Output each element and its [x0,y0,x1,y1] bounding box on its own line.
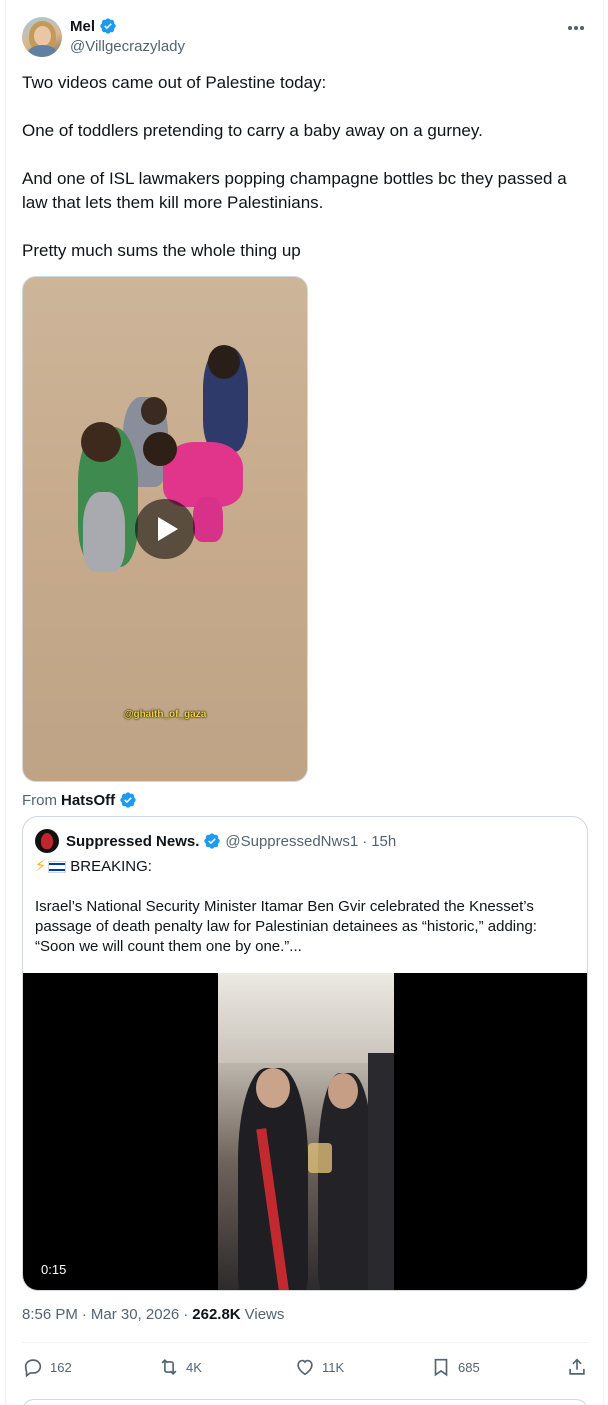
avatar[interactable] [22,17,62,57]
share-button[interactable] [566,1356,588,1378]
video-thumbnail[interactable]: @ghaith_of_gaza [22,276,308,782]
post-paragraph: And one of ISL lawmakers popping champag… [22,169,567,212]
post-paragraph: One of toddlers pretending to carry a ba… [22,121,483,140]
meta-separator: · [81,1306,87,1323]
quoted-post[interactable]: Suppressed News. @SuppressedNws1 · 15h ⚡… [22,816,588,1291]
action-bar: 162 4K 11K 685 [22,1343,588,1391]
quoted-video-frame [218,973,394,1290]
like-button[interactable]: 11K [294,1356,414,1378]
video-duration: 0:15 [35,1260,73,1279]
from-attribution: From HatsOff [22,791,137,809]
reply-icon [24,1359,42,1378]
from-source-name[interactable]: HatsOff [61,792,115,809]
child-figure [143,432,177,466]
meta-separator: · [362,832,368,850]
like-count: 11K [322,1359,345,1375]
heart-icon [297,1359,313,1376]
post-paragraph: Pretty much sums the whole thing up [22,241,301,260]
author-display-name[interactable]: Mel [70,18,95,35]
child-figure [81,422,121,462]
reply-button[interactable]: 162 [22,1356,142,1378]
quoted-time[interactable]: 15h [371,833,396,850]
child-figure [141,397,167,425]
author-handle[interactable]: @Villgecrazylady [70,38,185,55]
post-paragraph: Two videos came out of Palestine today: [22,73,327,92]
child-figure [208,345,240,379]
post-text: Two videos came out of Palestine today: … [22,71,588,287]
quoted-author-name[interactable]: Suppressed News. [66,833,199,850]
repost-count: 4K [186,1359,202,1375]
views-label: Views [244,1306,285,1323]
post-header: Mel @Villgecrazylady [22,16,588,58]
post-date[interactable]: Mar 30, 2026 [91,1306,179,1323]
quoted-headline-row: ⚡ BREAKING: [35,857,575,877]
reply-count: 162 [50,1359,72,1375]
repost-button[interactable]: 4K [158,1356,278,1378]
from-label: From [22,791,57,809]
quoted-video[interactable]: 0:15 [23,973,587,1290]
share-icon [569,1358,585,1375]
israel-flag-icon [48,861,67,873]
quoted-body: Israel’s National Security Minister Itam… [35,898,537,955]
verified-badge-icon [100,18,116,34]
quoted-headline: BREAKING: [70,858,152,875]
views-count: 262.8K [192,1306,241,1323]
post-timestamp: 8:56 PM · Mar 30, 2026 · 262.8K Views [22,1306,284,1323]
quoted-handle[interactable]: @SuppressedNws1 [225,833,358,850]
child-figure [83,492,125,572]
verified-badge-icon [120,792,136,808]
video-watermark: @ghaith_of_gaza [123,709,207,720]
child-figure [193,497,223,542]
verified-badge-icon [204,833,221,849]
reply-composer-edge [22,1399,588,1405]
bookmark-button[interactable]: 685 [430,1356,550,1378]
quoted-text: ⚡ BREAKING: Israel’s National Security M… [35,857,575,957]
play-button[interactable] [135,499,195,559]
bookmark-count: 685 [458,1359,480,1375]
author-name-row: Mel [70,17,117,35]
repost-icon [161,1358,177,1376]
bookmark-icon [434,1358,448,1377]
more-options-icon[interactable] [564,18,588,38]
lightning-icon: ⚡ [35,858,47,875]
quoted-post-header: Suppressed News. @SuppressedNws1 · 15h [35,829,396,853]
post-time[interactable]: 8:56 PM [22,1306,78,1323]
meta-separator: · [183,1306,189,1323]
quoted-avatar[interactable] [35,829,59,853]
